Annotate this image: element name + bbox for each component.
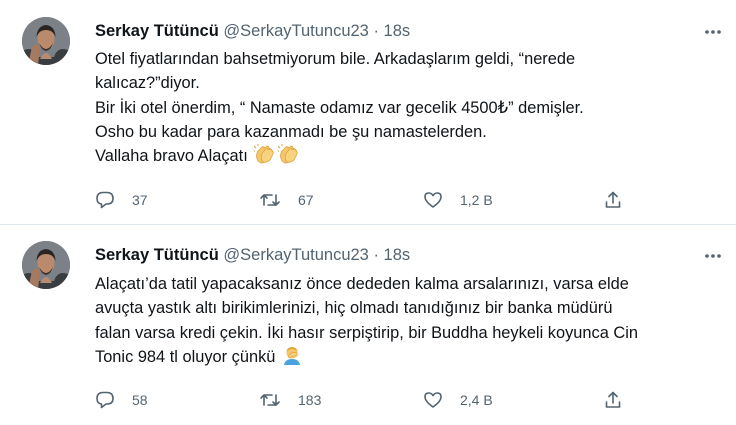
retweet-button[interactable]: 183 xyxy=(259,388,321,412)
tweet-text-line: avuçta yastık altı birikimlerinizi, hiç … xyxy=(95,299,613,318)
clapping-hands-icon xyxy=(277,144,300,171)
tweet-text-line-with-emoji: Vallaha bravo Alaçatı xyxy=(95,144,715,171)
retweet-icon xyxy=(259,190,281,210)
tweet-header: Serkay Tütüncü @SerkayTutuncu23 · 18s xyxy=(95,22,410,41)
retweet-icon xyxy=(259,390,281,410)
retweet-button[interactable]: 67 xyxy=(259,188,314,212)
share-button[interactable] xyxy=(603,188,623,212)
share-icon xyxy=(603,390,623,410)
tweet-text-line: kalıcaz?”diyor. xyxy=(95,74,200,93)
tweet-text-line: Alaçatı’da tatil yapacaksanız önce deded… xyxy=(95,275,629,293)
tweet-text: Otel fiyatlarından bahsetmiyorum bile. A… xyxy=(95,47,715,171)
like-button[interactable]: 2,4 B xyxy=(423,388,493,412)
tweet-text-line: falan varsa kredi çekin. İki hasır serpi… xyxy=(95,323,638,342)
like-button[interactable]: 1,2 B xyxy=(423,188,493,212)
share-button[interactable] xyxy=(603,388,623,412)
like-count: 1,2 B xyxy=(460,192,493,208)
retweet-count: 67 xyxy=(298,192,314,208)
share-icon xyxy=(603,190,623,210)
author-handle[interactable]: @SerkayTutuncu23 xyxy=(223,22,368,40)
more-options-icon[interactable] xyxy=(702,245,724,267)
heart-icon xyxy=(423,390,443,410)
tweet[interactable]: Serkay Tütüncü @SerkayTutuncu23 · 18s Ot… xyxy=(0,0,736,225)
tweet[interactable]: Serkay Tütüncü @SerkayTutuncu23 · 18s Al… xyxy=(0,226,736,425)
separator-dot: · xyxy=(373,246,379,264)
author-handle[interactable]: @SerkayTutuncu23 xyxy=(223,246,368,264)
tweet-actions: 37 67 1,2 B xyxy=(95,188,635,212)
avatar[interactable] xyxy=(22,241,70,289)
tweet-text-fragment: Vallaha bravo Alaçatı xyxy=(95,147,248,166)
heart-icon xyxy=(423,190,443,210)
reply-count: 37 xyxy=(132,192,148,208)
timestamp[interactable]: 18s xyxy=(384,22,411,40)
tweet-text-line: Otel fiyatlarından bahsetmiyorum bile. A… xyxy=(95,50,576,68)
avatar[interactable] xyxy=(22,17,70,65)
reply-count: 58 xyxy=(132,392,148,408)
timestamp[interactable]: 18s xyxy=(384,246,411,264)
timeline-feed: Serkay Tütüncü @SerkayTutuncu23 · 18s Ot… xyxy=(0,0,736,425)
tweet-actions: 58 183 2,4 B xyxy=(95,388,635,412)
reply-button[interactable]: 37 xyxy=(95,188,148,212)
tweet-text-line-with-emoji: Tonic 984 tl oluyor çünkü xyxy=(95,345,715,372)
separator-dot: · xyxy=(373,22,379,40)
author-name[interactable]: Serkay Tütüncü xyxy=(95,22,219,40)
man-facepalming-icon xyxy=(282,345,302,372)
tweet-text-fragment: Tonic 984 tl oluyor çünkü xyxy=(95,347,276,366)
retweet-count: 183 xyxy=(298,392,322,408)
reply-icon xyxy=(95,190,115,210)
reply-icon xyxy=(95,390,115,410)
tweet-text-line: Osho bu kadar para kazanmadı be şu namas… xyxy=(95,122,487,141)
tweet-header: Serkay Tütüncü @SerkayTutuncu23 · 18s xyxy=(95,246,410,265)
like-count: 2,4 B xyxy=(460,392,493,408)
more-options-icon[interactable] xyxy=(702,21,724,43)
tweet-text: Alaçatı’da tatil yapacaksanız önce deded… xyxy=(95,272,715,372)
tweet-text-line: Bir İki otel önerdim, “ Namaste odamız v… xyxy=(95,98,584,117)
reply-button[interactable]: 58 xyxy=(95,388,148,412)
clapping-hands-icon xyxy=(253,144,276,171)
author-name[interactable]: Serkay Tütüncü xyxy=(95,246,219,264)
